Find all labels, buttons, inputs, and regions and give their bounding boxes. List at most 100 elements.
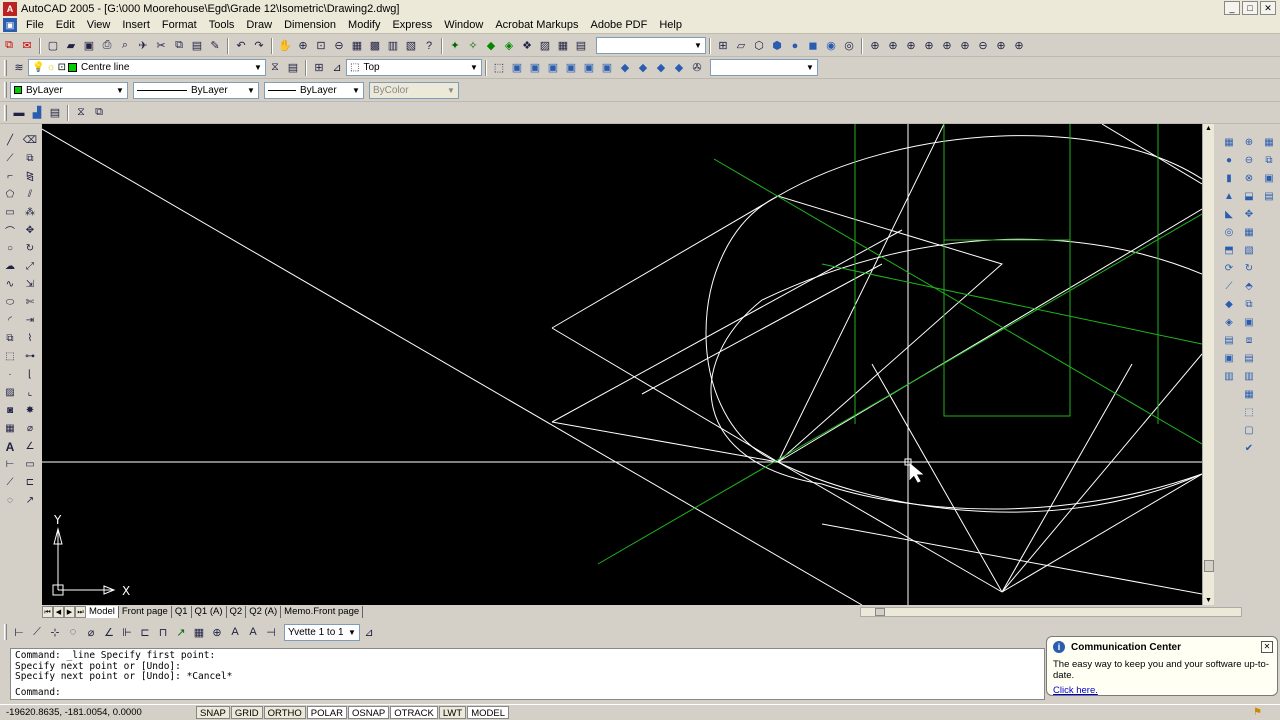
window-arrange-icon[interactable]: ▣ xyxy=(1260,170,1278,187)
mirror-icon[interactable]: ⧎ xyxy=(21,168,39,185)
revolve-icon[interactable]: ⟳ xyxy=(1220,260,1238,277)
polar-toggle[interactable]: POLAR xyxy=(306,706,347,719)
extend-icon[interactable]: ⇥ xyxy=(21,312,39,329)
command-prompt[interactable]: Command: xyxy=(15,687,1040,699)
redo-icon[interactable]: ↷ xyxy=(250,37,268,55)
taper-faces-icon[interactable]: ⬘ xyxy=(1240,278,1258,295)
explode-icon[interactable]: ✸ xyxy=(21,402,39,419)
spline-icon[interactable]: ∿ xyxy=(1,276,19,293)
chevron-down-icon[interactable]: ▼ xyxy=(691,38,705,53)
view-right-icon[interactable]: ▣ xyxy=(562,59,580,77)
menu-format[interactable]: Format xyxy=(156,19,203,31)
layer-manager-icon[interactable]: ≋ xyxy=(10,59,28,77)
window-tile-icon[interactable]: ▦ xyxy=(1260,134,1278,151)
layer-walk-icon[interactable]: ▟ xyxy=(28,104,46,122)
dim-radius-icon[interactable]: ◌ xyxy=(64,623,82,641)
view-sw-iso-icon[interactable]: ◆ xyxy=(616,59,634,77)
lwt-toggle[interactable]: LWT xyxy=(438,706,467,719)
autocad-app-icon[interactable]: A xyxy=(3,1,17,16)
print-preview-icon[interactable]: ⌕ xyxy=(116,37,134,55)
menu-modify[interactable]: Modify xyxy=(342,19,386,31)
zoom-out-icon[interactable]: ⊖ xyxy=(974,37,992,55)
color-faces-icon[interactable]: ▣ xyxy=(1240,314,1258,331)
array-icon[interactable]: ⁂ xyxy=(21,204,39,221)
ucs-icon[interactable]: ⊞ xyxy=(714,37,732,55)
stretch-icon[interactable]: ⇲ xyxy=(21,276,39,293)
layer-combo[interactable]: 💡 ☼ ⊡ Centre line ▼ xyxy=(28,59,266,76)
grid-toggle[interactable]: GRID xyxy=(230,706,263,719)
polyline-icon[interactable]: ⌐ xyxy=(1,168,19,185)
publish-icon[interactable]: ✈ xyxy=(134,37,152,55)
dim-style-combo[interactable]: Yvette 1 to 1 ▼ xyxy=(284,623,360,641)
prev-tab-arrow[interactable]: ◀ xyxy=(53,606,64,618)
ortho-toggle[interactable]: ORTHO xyxy=(263,706,306,719)
tab-q1-a[interactable]: Q1 (A) xyxy=(192,606,227,618)
tab-q1[interactable]: Q1 xyxy=(172,606,192,618)
offset-faces-icon[interactable]: ▦ xyxy=(1240,224,1258,241)
quick-leader-icon[interactable]: ↗ xyxy=(172,623,190,641)
dim-diameter-icon[interactable]: ⌀ xyxy=(82,623,100,641)
dim-continue-icon[interactable]: ⊓ xyxy=(154,623,172,641)
text-tools-icon[interactable]: ⧖ xyxy=(72,104,90,122)
dimension-diameter-icon[interactable]: ⌀ xyxy=(21,420,39,437)
setup-profile-icon[interactable]: ▥ xyxy=(1220,368,1238,385)
leader-icon[interactable]: ↗ xyxy=(21,492,39,509)
coordinate-readout[interactable]: -19620.8635, -181.0054, 0.0000 xyxy=(0,707,196,718)
zoom-center-icon[interactable]: ⊕ xyxy=(920,37,938,55)
menu-acrobat-markups[interactable]: Acrobat Markups xyxy=(489,19,584,31)
toolbar-grip[interactable] xyxy=(4,104,7,121)
polygon-icon[interactable]: ⬠ xyxy=(1,186,19,203)
dim-style-icon[interactable]: ⊿ xyxy=(360,623,378,641)
named-view-combo[interactable]: ▼ xyxy=(710,59,818,76)
move-faces-icon[interactable]: ✥ xyxy=(1240,206,1258,223)
open-icon[interactable]: ▰ xyxy=(62,37,80,55)
undo-icon[interactable]: ↶ xyxy=(232,37,250,55)
circle-icon[interactable]: ○ xyxy=(1,240,19,257)
menu-help[interactable]: Help xyxy=(653,19,688,31)
camera-icon[interactable]: ✇ xyxy=(688,59,706,77)
materials-icon[interactable]: ◈ xyxy=(500,37,518,55)
view-ne-iso-icon[interactable]: ◆ xyxy=(652,59,670,77)
dim-aligned-icon[interactable]: ⟋ xyxy=(28,623,46,641)
menu-view[interactable]: View xyxy=(81,19,117,31)
vertical-scrollbar[interactable]: ▲ ▼ xyxy=(1202,124,1214,605)
tolerance-icon[interactable]: ▦ xyxy=(190,623,208,641)
dimension-radius-icon[interactable]: ◌ xyxy=(1,492,19,509)
layer-previous-icon[interactable]: ▤ xyxy=(284,59,302,77)
render-statistics-icon[interactable]: ▤ xyxy=(572,37,590,55)
chevron-down-icon[interactable]: ▼ xyxy=(113,82,127,98)
model-toggle[interactable]: MODEL xyxy=(467,706,509,719)
new-icon[interactable]: ▢ xyxy=(44,37,62,55)
zoom-previous-icon[interactable]: ⊖ xyxy=(330,37,348,55)
copy-object-icon[interactable]: ⧉ xyxy=(21,150,39,167)
shell-icon[interactable]: ▢ xyxy=(1240,422,1258,439)
shaded-sphere-icon[interactable]: ◉ xyxy=(822,37,840,55)
named-ucs-icon[interactable]: ⊞ xyxy=(310,59,328,77)
make-block-icon[interactable]: ⬚ xyxy=(1,348,19,365)
sheet-set-icon[interactable]: ▧ xyxy=(402,37,420,55)
tab-q2[interactable]: Q2 xyxy=(227,606,247,618)
menu-insert[interactable]: Insert xyxy=(116,19,156,31)
menu-window[interactable]: Window xyxy=(438,19,489,31)
hatch-icon[interactable]: ▨ xyxy=(1,384,19,401)
quick-dim-icon[interactable]: ⊩ xyxy=(118,623,136,641)
chevron-down-icon[interactable]: ▼ xyxy=(467,60,481,75)
close-icon[interactable]: ✕ xyxy=(1261,641,1273,653)
rectangle-icon[interactable]: ▭ xyxy=(1,204,19,221)
view-nw-iso-icon[interactable]: ◆ xyxy=(670,59,688,77)
next-tab-arrow[interactable]: ▶ xyxy=(64,606,75,618)
box-icon[interactable]: ▱ xyxy=(732,37,750,55)
linetype-combo[interactable]: ByLayer ▼ xyxy=(133,81,259,99)
cut-icon[interactable]: ✂ xyxy=(152,37,170,55)
dimension-baseline-icon[interactable]: ⊏ xyxy=(21,474,39,491)
drawing-svg[interactable]: Y X xyxy=(42,124,1202,605)
tab-memo-front-page[interactable]: Memo.Front page xyxy=(281,606,364,618)
quick-dimension-icon[interactable]: ▭ xyxy=(21,456,39,473)
layer-tools-icon[interactable]: ▬ xyxy=(10,104,28,122)
rotate-faces-icon[interactable]: ↻ xyxy=(1240,260,1258,277)
scroll-down-arrow[interactable]: ▼ xyxy=(1205,597,1212,604)
view-left-icon[interactable]: ▣ xyxy=(544,59,562,77)
chevron-down-icon[interactable]: ▼ xyxy=(244,82,258,98)
solid-cone-icon[interactable]: ▲ xyxy=(1220,188,1238,205)
osnap-toggle[interactable]: OSNAP xyxy=(347,706,390,719)
